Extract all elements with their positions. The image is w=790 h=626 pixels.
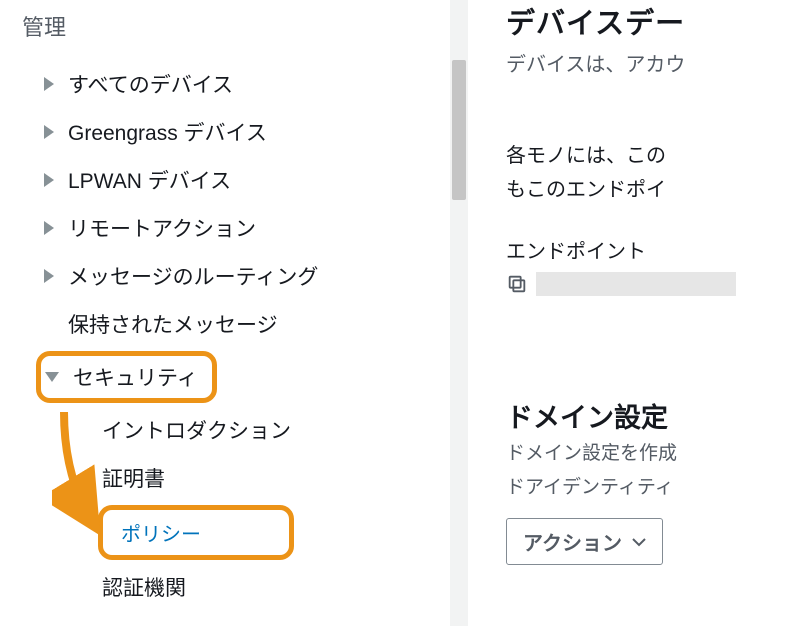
main-content: デバイスデー デバイスは、アカウ 各モノには、この もこのエンドポイ エンドポイ… (468, 0, 790, 626)
page-title: デバイスデー (506, 0, 790, 42)
caret-right-icon (44, 173, 54, 187)
domain-desc-line1: ドメイン設定を作成 (506, 439, 790, 469)
sidebar-nav: 管理 すべてのデバイス Greengrass デバイス LPWAN デバイス リ… (0, 0, 450, 626)
sidebar-item-label: リモートアクション (68, 213, 256, 243)
highlight-policy: ポリシー (98, 505, 294, 560)
caret-right-icon (44, 221, 54, 235)
sidebar-item-label: セキュリティ (73, 362, 198, 392)
action-dropdown-button[interactable]: アクション (506, 518, 663, 565)
caret-down-icon (45, 372, 59, 382)
sidebar-item-label: 認証機関 (102, 572, 186, 602)
scrollbar-track[interactable] (450, 0, 468, 626)
page-subtitle: デバイスは、アカウ (506, 48, 790, 77)
sidebar-item-remote-actions[interactable]: リモートアクション (22, 204, 450, 252)
caret-down-icon (632, 530, 646, 553)
body-text-line2: もこのエンドポイ (506, 173, 790, 207)
sidebar-item-lpwan[interactable]: LPWAN デバイス (22, 156, 450, 204)
action-button-label: アクション (523, 527, 622, 556)
sidebar-item-label: ポリシー (121, 524, 201, 546)
sidebar-item-greengrass[interactable]: Greengrass デバイス (22, 108, 450, 156)
sidebar-item-label: イントロダクション (102, 415, 291, 445)
sidebar-item-all-devices[interactable]: すべてのデバイス (22, 60, 450, 108)
sidebar-item-security[interactable]: セキュリティ (45, 362, 198, 392)
endpoint-value-redacted (536, 272, 736, 296)
domain-desc-line2: ドアイデンティティ (506, 473, 790, 503)
scrollbar-thumb[interactable] (452, 60, 466, 200)
caret-right-icon (44, 125, 54, 139)
sidebar-item-label: すべてのデバイス (68, 69, 233, 99)
sidebar-item-certificates[interactable]: 証明書 (22, 454, 450, 502)
endpoint-row (506, 272, 790, 296)
caret-right-icon (44, 269, 54, 283)
caret-right-icon (44, 77, 54, 91)
sidebar-item-label: メッセージのルーティング (68, 261, 318, 291)
sidebar-item-policies[interactable]: ポリシー (121, 524, 201, 546)
sidebar-item-label: Greengrass デバイス (68, 117, 267, 147)
sidebar-item-ca[interactable]: 認証機関 (22, 563, 450, 611)
sidebar-item-message-routing[interactable]: メッセージのルーティング (22, 252, 450, 300)
sidebar-item-retained-messages[interactable]: 保持されたメッセージ (22, 300, 450, 348)
copy-icon[interactable] (506, 273, 528, 295)
sidebar-item-label: 保持されたメッセージ (68, 309, 278, 339)
sidebar-item-label: LPWAN デバイス (68, 165, 231, 195)
sidebar-section-heading: 管理 (22, 10, 450, 42)
domain-settings-title: ドメイン設定 (506, 396, 790, 435)
body-text-line1: 各モノには、この (506, 139, 790, 173)
endpoint-label: エンドポイント (506, 235, 790, 264)
sidebar-item-label: 証明書 (102, 463, 165, 493)
highlight-security: セキュリティ (36, 351, 217, 403)
sidebar-item-introduction[interactable]: イントロダクション (22, 406, 450, 454)
